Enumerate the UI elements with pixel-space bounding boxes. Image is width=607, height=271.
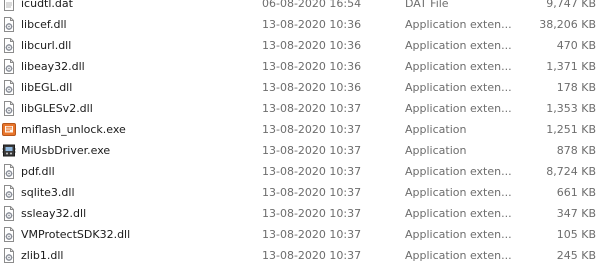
file-size: 245 KB xyxy=(556,249,596,262)
file-date-modified: 13-08-2020 10:37 xyxy=(262,102,362,115)
file-type: Application exten... xyxy=(405,249,512,262)
usb-driver-app-icon xyxy=(2,143,16,158)
file-date-modified: 13-08-2020 10:37 xyxy=(262,228,362,241)
file-size: 1,353 KB xyxy=(546,102,596,115)
file-name: miflash_unlock.exe xyxy=(21,123,126,136)
file-date-modified: 13-08-2020 10:37 xyxy=(262,186,362,199)
file-type: Application xyxy=(405,144,467,157)
file-type: Application xyxy=(405,123,467,136)
file-size: 105 KB xyxy=(556,228,596,241)
file-row[interactable]: zlib1.dll 13-08-2020 10:37 Application ext… xyxy=(0,245,607,266)
file-size: 347 KB xyxy=(556,207,596,220)
file-date-modified: 13-08-2020 10:37 xyxy=(262,249,362,262)
file-row[interactable]: pdf.dll 13-08-2020 10:37 Application exten… xyxy=(0,161,607,182)
dll-file-icon xyxy=(2,17,16,32)
dll-file-icon xyxy=(2,59,16,74)
file-name: ssleay32.dll xyxy=(21,207,87,220)
file-type: Application exten... xyxy=(405,60,512,73)
file-row[interactable]: sqlite3.dll 13-08-2020 10:37 Application e… xyxy=(0,182,607,203)
file-type: Application exten... xyxy=(405,102,512,115)
file-type: Application exten... xyxy=(405,165,512,178)
document-file-icon xyxy=(2,0,16,11)
file-row[interactable]: MiUsbDriver.exe 13-08-2020 10:37 Applicati… xyxy=(0,140,607,161)
file-type: Application exten... xyxy=(405,207,512,220)
file-list: icudtl.dat 06-08-2020 16:54 DAT File 9,747 … xyxy=(0,0,607,266)
file-row[interactable]: libcurl.dll 13-08-2020 10:36 Application e… xyxy=(0,35,607,56)
file-size: 178 KB xyxy=(556,81,596,94)
dll-file-icon xyxy=(2,227,16,242)
file-name: libGLESv2.dll xyxy=(21,102,93,115)
file-row[interactable]: icudtl.dat 06-08-2020 16:54 DAT File 9,747 … xyxy=(0,0,607,14)
file-name: VMProtectSDK32.dll xyxy=(21,228,131,241)
file-row[interactable]: libEGL.dll 13-08-2020 10:36 Application ex… xyxy=(0,77,607,98)
dll-file-icon xyxy=(2,80,16,95)
file-name: libcurl.dll xyxy=(21,39,72,52)
file-name: libcef.dll xyxy=(21,18,67,31)
dll-file-icon xyxy=(2,164,16,179)
file-date-modified: 13-08-2020 10:37 xyxy=(262,144,362,157)
file-type: Application exten... xyxy=(405,81,512,94)
dll-file-icon xyxy=(2,185,16,200)
file-row[interactable]: VMProtectSDK32.dll 13-08-2020 10:37 Applic… xyxy=(0,224,607,245)
dll-file-icon xyxy=(2,38,16,53)
file-date-modified: 13-08-2020 10:36 xyxy=(262,39,362,52)
miflash-app-icon xyxy=(2,122,16,137)
file-date-modified: 13-08-2020 10:36 xyxy=(262,60,362,73)
file-row[interactable]: miflash_unlock.exe 13-08-2020 10:37 Applic… xyxy=(0,119,607,140)
file-name: libEGL.dll xyxy=(21,81,73,94)
file-name: libeay32.dll xyxy=(21,60,85,73)
file-date-modified: 06-08-2020 16:54 xyxy=(262,0,362,10)
file-size: 9,747 KB xyxy=(546,0,596,10)
file-size: 38,206 KB xyxy=(539,18,596,31)
file-row[interactable]: libcef.dll 13-08-2020 10:36 Application ex… xyxy=(0,14,607,35)
file-date-modified: 13-08-2020 10:37 xyxy=(262,165,362,178)
file-name: zlib1.dll xyxy=(21,249,64,262)
file-date-modified: 13-08-2020 10:36 xyxy=(262,18,362,31)
file-type: DAT File xyxy=(405,0,449,10)
file-name: sqlite3.dll xyxy=(21,186,75,199)
dll-file-icon xyxy=(2,206,16,221)
file-type: Application exten... xyxy=(405,228,512,241)
file-date-modified: 13-08-2020 10:36 xyxy=(262,81,362,94)
file-type: Application exten... xyxy=(405,39,512,52)
file-row[interactable]: libGLESv2.dll 13-08-2020 10:37 Application… xyxy=(0,98,607,119)
file-name: pdf.dll xyxy=(21,165,55,178)
file-row[interactable]: libeay32.dll 13-08-2020 10:36 Application … xyxy=(0,56,607,77)
file-size: 1,371 KB xyxy=(546,60,596,73)
file-size: 470 KB xyxy=(556,39,596,52)
file-name: MiUsbDriver.exe xyxy=(21,144,111,157)
file-name: icudtl.dat xyxy=(21,0,73,10)
dll-file-icon xyxy=(2,248,16,263)
file-date-modified: 13-08-2020 10:37 xyxy=(262,207,362,220)
file-date-modified: 13-08-2020 10:37 xyxy=(262,123,362,136)
file-row[interactable]: ssleay32.dll 13-08-2020 10:37 Application … xyxy=(0,203,607,224)
file-size: 661 KB xyxy=(556,186,596,199)
file-size: 878 KB xyxy=(556,144,596,157)
file-type: Application exten... xyxy=(405,186,512,199)
file-type: Application exten... xyxy=(405,18,512,31)
file-size: 8,724 KB xyxy=(546,165,596,178)
file-size: 1,251 KB xyxy=(546,123,596,136)
dll-file-icon xyxy=(2,101,16,116)
